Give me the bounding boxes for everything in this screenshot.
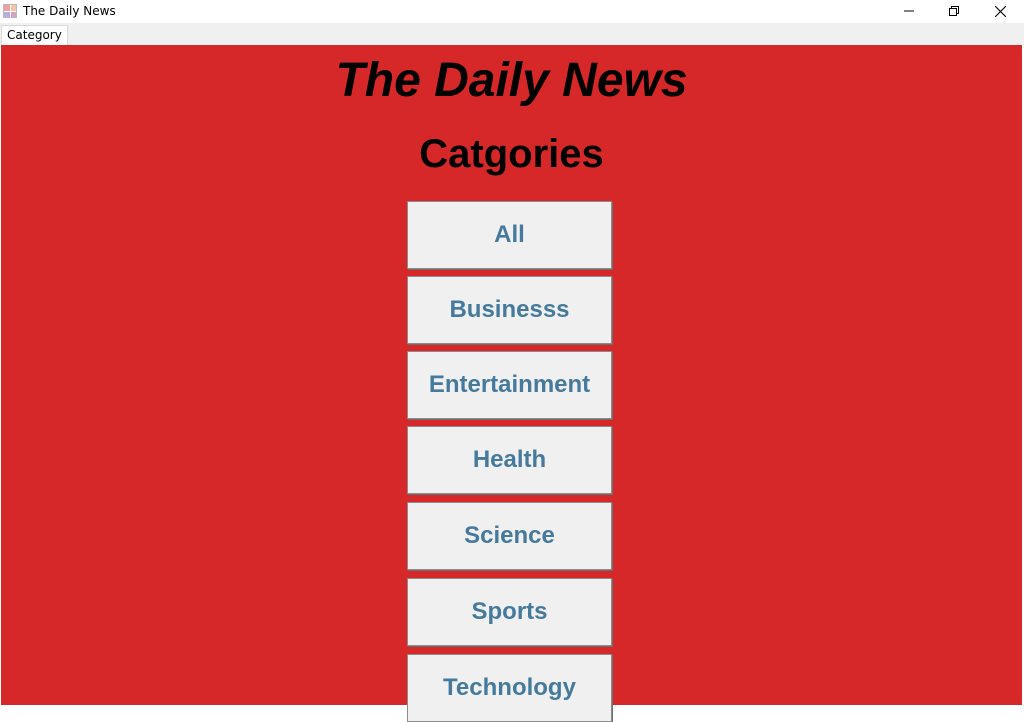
category-button-health[interactable]: Health <box>407 426 612 494</box>
category-button-entertainment[interactable]: Entertainment <box>407 351 612 419</box>
section-title: Catgories <box>419 132 604 176</box>
tab-category[interactable]: Category <box>1 25 68 45</box>
title-bar: The Daily News <box>0 0 1024 23</box>
category-button-sports[interactable]: Sports <box>407 578 612 646</box>
category-button-business[interactable]: Businesss <box>407 276 612 344</box>
close-icon <box>994 5 1006 17</box>
restore-icon <box>949 6 959 16</box>
minimize-button[interactable] <box>886 0 932 22</box>
window-title: The Daily News <box>23 4 116 18</box>
category-panel: The Daily News Catgories All Businesss E… <box>1 45 1022 722</box>
minimize-icon <box>904 10 914 12</box>
category-button-technology[interactable]: Technology <box>407 654 612 722</box>
category-button-all[interactable]: All <box>407 201 612 269</box>
app-icon <box>3 4 17 18</box>
page-title: The Daily News <box>335 54 688 107</box>
restore-button[interactable] <box>931 0 977 22</box>
category-button-science[interactable]: Science <box>407 502 612 570</box>
tab-bar: Category <box>0 23 1024 45</box>
close-button[interactable] <box>977 0 1023 22</box>
